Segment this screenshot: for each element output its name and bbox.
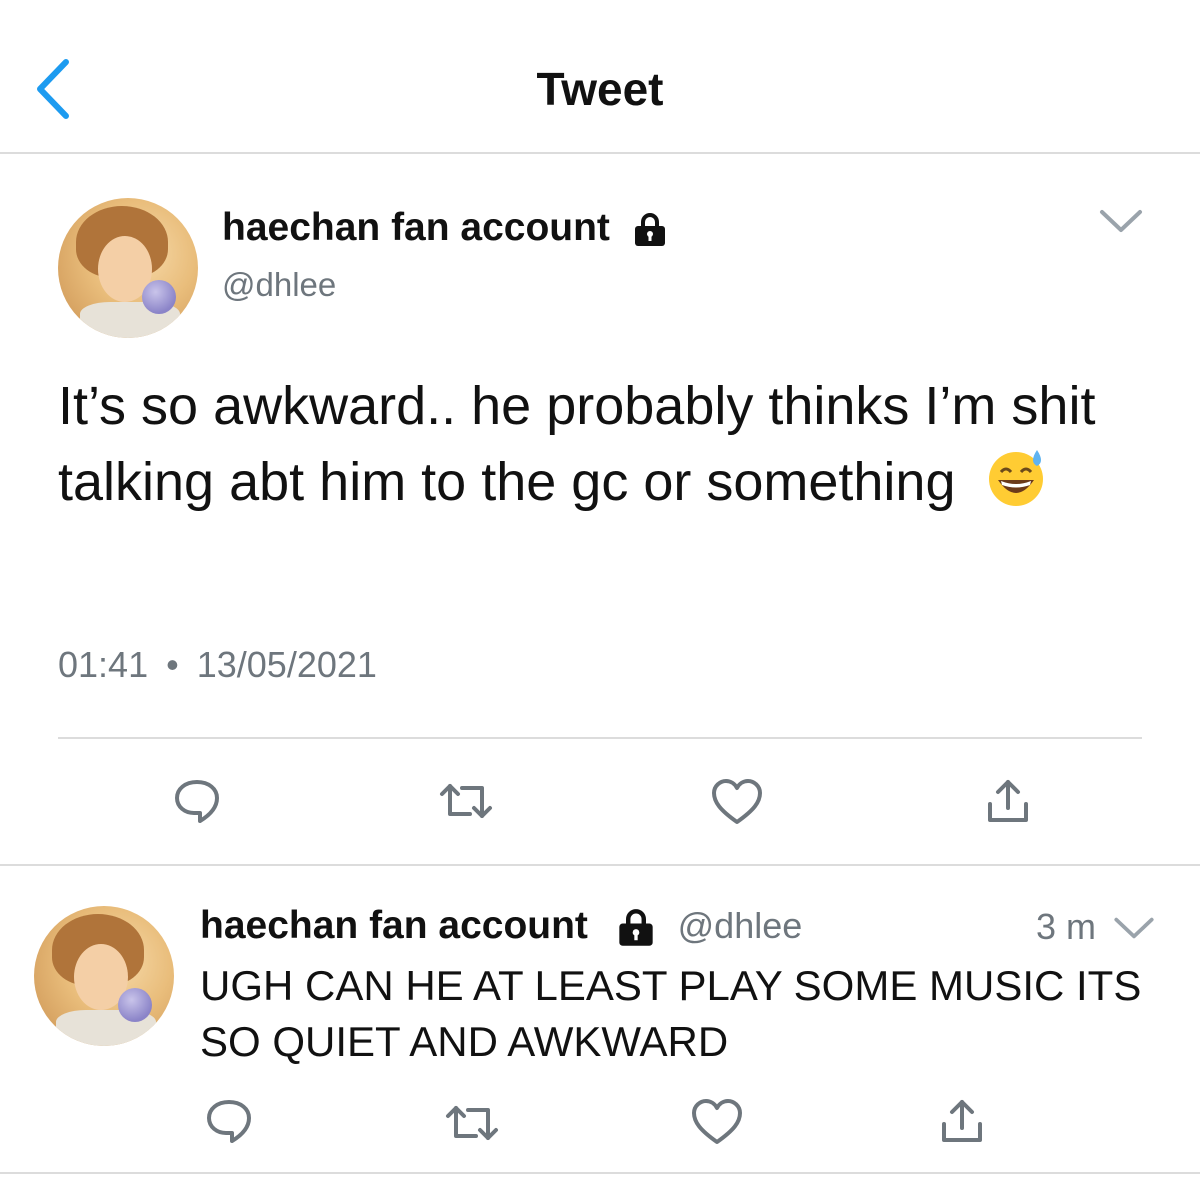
retweet-icon[interactable] — [444, 1098, 500, 1148]
divider — [0, 1172, 1200, 1174]
grinning-sweat-emoji — [988, 450, 1043, 506]
tweet-text-body: It’s so awkward.. he probably thinks I’m… — [58, 376, 1096, 512]
retweet-icon[interactable] — [438, 776, 494, 826]
like-icon[interactable] — [710, 778, 764, 826]
avatar[interactable] — [58, 198, 198, 338]
avatar[interactable] — [34, 906, 174, 1046]
like-icon[interactable] — [690, 1098, 744, 1146]
divider — [0, 864, 1200, 866]
handle: @dhlee — [677, 905, 803, 946]
relative-time: 3 m — [1036, 906, 1097, 947]
share-icon[interactable] — [938, 1096, 986, 1148]
divider — [58, 737, 1142, 739]
reply-header[interactable]: haechan fan account @dhlee — [200, 904, 802, 948]
timestamp-separator: • — [166, 644, 179, 685]
reply-text: UGH CAN HE AT LEAST PLAY SOME MUSIC ITS … — [200, 962, 1142, 1065]
handle[interactable]: @dhlee — [222, 266, 336, 304]
chevron-down-icon[interactable] — [1112, 914, 1156, 942]
nav-bar: Tweet — [0, 0, 1200, 154]
reply-icon[interactable] — [172, 776, 222, 826]
tweet-date: 13/05/2021 — [196, 644, 377, 685]
reply-icon[interactable] — [204, 1096, 254, 1146]
tweet-time: 01:41 — [58, 644, 149, 685]
display-name-text: haechan fan account — [200, 904, 588, 947]
lock-icon — [634, 212, 665, 246]
tweet-timestamp: 01:41 • 13/05/2021 — [58, 644, 377, 686]
display-name-text: haechan fan account — [222, 206, 610, 249]
page-title: Tweet — [536, 63, 664, 115]
lock-icon — [619, 908, 653, 946]
chevron-down-icon[interactable] — [1098, 206, 1144, 236]
display-name[interactable]: haechan fan account — [222, 206, 667, 250]
share-icon[interactable] — [984, 776, 1032, 828]
tweet-text: It’s so awkward.. he probably thinks I’m… — [58, 368, 1158, 520]
